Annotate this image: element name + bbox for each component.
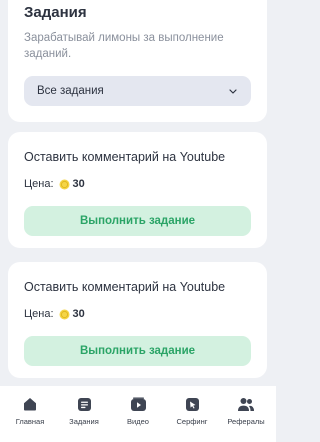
complete-task-button[interactable]: Выполнить задание [24,336,251,366]
nav-label: Рефералы [227,417,265,426]
price-label: Цена: [24,308,54,320]
price-value: 30 [72,178,85,190]
price-label: Цена: [24,178,54,190]
complete-task-button[interactable]: Выполнить задание [24,206,251,236]
nav-label: Серфинг [176,417,208,426]
page-subtitle: Зарабатывай лимоны за выполнение заданий… [24,32,224,60]
nav-label: Задания [69,417,99,426]
tasks-icon [75,395,93,413]
video-icon [129,395,147,413]
referrals-icon [237,395,255,413]
task-filter-value: Все задания [37,85,104,97]
task-title: Оставить комментарий на Youtube [24,150,226,164]
nav-item-referrals[interactable]: Рефералы [220,386,272,442]
page-title: Задания [24,4,87,21]
nav-item-home[interactable]: Главная [4,386,56,442]
nav-label: Главная [15,417,45,426]
nav-item-video[interactable]: Видео [112,386,164,442]
bottom-navigation: Главная Задания Видео Серфинг Рефералы [0,386,276,442]
tasks-screen: Задания Зарабатывай лимоны за выполнение… [0,0,276,442]
lemon-coin-icon [59,179,70,190]
task-price: Цена: 30 [24,307,251,321]
tasks-header-card: Задания Зарабатывай лимоны за выполнение… [8,0,267,122]
home-icon [21,395,39,413]
task-card: Оставить комментарий на Youtube Цена: 30… [8,262,267,378]
task-filter-select[interactable]: Все задания [24,76,251,106]
nav-item-surfing[interactable]: Серфинг [166,386,218,442]
task-card: Оставить комментарий на Youtube Цена: 30… [8,132,267,248]
price-value: 30 [72,308,85,320]
chevron-down-icon [228,86,238,96]
surfing-icon [183,395,201,413]
nav-label: Видео [127,417,149,426]
task-price: Цена: 30 [24,177,251,191]
lemon-coin-icon [59,309,70,320]
nav-item-tasks[interactable]: Задания [58,386,110,442]
task-title: Оставить комментарий на Youtube [24,280,226,294]
